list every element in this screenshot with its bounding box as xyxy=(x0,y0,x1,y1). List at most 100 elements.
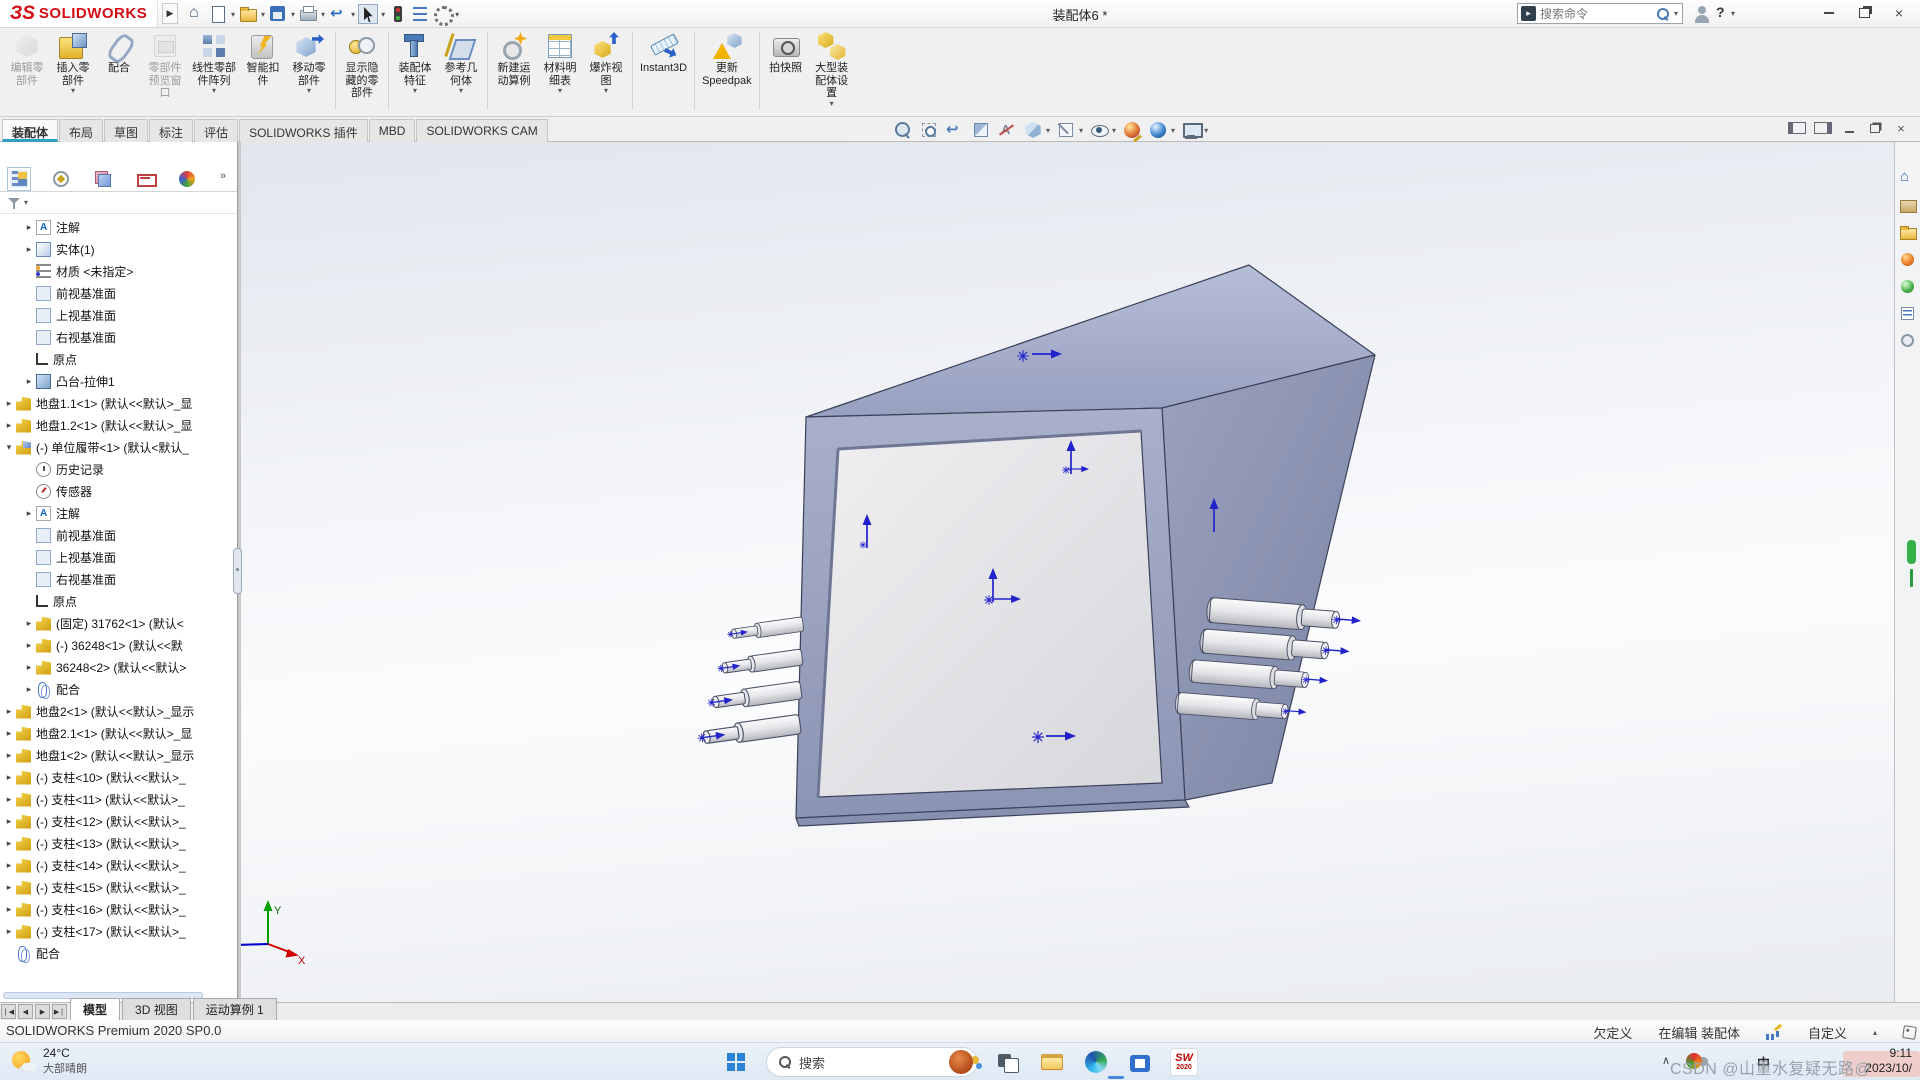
ribbon-button-update-speedpak[interactable]: 更新Speedpak xyxy=(698,30,756,87)
dropdown-caret-icon[interactable]: ▾ xyxy=(351,10,355,19)
expand-arrow-icon[interactable]: ▸ xyxy=(2,860,16,871)
dropdown-caret-icon[interactable]: ▾ xyxy=(381,10,385,19)
ribbon-button-exploded-view[interactable]: 爆炸视图▾ xyxy=(583,30,629,95)
help-button[interactable]: ? xyxy=(1716,4,1725,20)
expand-arrow-icon[interactable]: ▸ xyxy=(22,640,36,651)
undo-icon[interactable] xyxy=(328,4,348,24)
dropdown-caret-icon[interactable]: ▾ xyxy=(261,10,265,19)
expand-arrow-icon[interactable]: ▸ xyxy=(22,244,36,255)
doc-tab-模型[interactable]: 模型 xyxy=(70,998,120,1020)
feature-manager-tab[interactable] xyxy=(10,170,28,188)
tree-item[interactable]: ▸(-) 支柱<14> (默认<<默认>_ xyxy=(0,854,237,876)
tree-item[interactable]: 上视基准面 xyxy=(0,546,237,568)
open-icon[interactable] xyxy=(238,4,258,24)
expand-arrow-icon[interactable]: ▸ xyxy=(2,706,16,717)
tab-标注[interactable]: 标注 xyxy=(149,119,193,142)
tree-item[interactable]: ▸(-) 36248<1> (默认<<默 xyxy=(0,634,237,656)
expand-arrow-icon[interactable]: ▸ xyxy=(2,728,16,739)
tree-item[interactable]: ▸(固定) 31762<1> (默认< xyxy=(0,612,237,634)
expand-arrow-icon[interactable]: ▸ xyxy=(22,684,36,695)
ribbon-button-smart-fasteners[interactable]: 智能扣件 xyxy=(240,30,286,87)
tree-item[interactable]: ▸凸台-拉伸1 xyxy=(0,370,237,392)
doc-tab-运动算例 1[interactable]: 运动算例 1 xyxy=(193,998,277,1020)
dropdown-caret-icon[interactable]: ▾ xyxy=(1079,126,1083,135)
design-library-icon[interactable] xyxy=(1899,197,1916,214)
tree-item[interactable]: ▸地盘1<2> (默认<<默认>_显示 xyxy=(0,744,237,766)
traffic-light-icon[interactable] xyxy=(388,4,408,24)
login-user-icon[interactable] xyxy=(1693,5,1711,23)
expand-arrow-icon[interactable]: ▸ xyxy=(2,772,16,783)
tree-item[interactable]: 历史记录 xyxy=(0,458,237,480)
tab-评估[interactable]: 评估 xyxy=(194,119,238,142)
tree-item[interactable]: ▸36248<2> (默认<<默认> xyxy=(0,656,237,678)
tree-item[interactable]: ▸(-) 支柱<13> (默认<<默认>_ xyxy=(0,832,237,854)
tree-item[interactable]: 右视基准面 xyxy=(0,568,237,590)
ribbon-button-bom[interactable]: 材料明细表▾ xyxy=(537,30,583,95)
tree-item[interactable]: ▸配合 xyxy=(0,678,237,700)
expand-arrow-icon[interactable]: ▸ xyxy=(22,618,36,629)
performance-icon[interactable] xyxy=(1766,1026,1782,1040)
file-explorer-icon[interactable] xyxy=(1899,224,1916,241)
tree-item[interactable]: 配合 xyxy=(0,942,237,964)
search-icon[interactable] xyxy=(1657,8,1669,20)
tree-item[interactable]: 前视基准面 xyxy=(0,524,237,546)
dropdown-caret-icon[interactable]: ▾ xyxy=(1171,126,1175,135)
expand-arrow-icon[interactable]: ▸ xyxy=(2,794,16,805)
tree-item[interactable]: ▸地盘2.1<1> (默认<<默认>_显 xyxy=(0,722,237,744)
tree-item[interactable]: ▸(-) 支柱<11> (默认<<默认>_ xyxy=(0,788,237,810)
tree-item[interactable]: 右视基准面 xyxy=(0,326,237,348)
dropdown-caret-icon[interactable]: ▾ xyxy=(1112,126,1116,135)
dimxpert-manager-tab[interactable] xyxy=(136,170,154,188)
ribbon-button-instant3d[interactable]: Instant3D xyxy=(636,30,691,75)
minimize-button[interactable] xyxy=(1818,4,1840,22)
tab-草图[interactable]: 草图 xyxy=(104,119,148,142)
dropdown-caret-icon[interactable]: ▾ xyxy=(231,10,235,19)
edge-browser-icon[interactable] xyxy=(1082,1048,1110,1076)
ribbon-button-insert-component[interactable]: 插入零部件▾ xyxy=(50,30,96,95)
previous-view-icon[interactable] xyxy=(945,120,965,140)
panel-splitter-handle[interactable] xyxy=(233,548,242,594)
tab-SOLIDWORKS 插件[interactable]: SOLIDWORKS 插件 xyxy=(239,119,368,142)
task-view-button[interactable] xyxy=(994,1048,1022,1076)
configuration-manager-tab[interactable] xyxy=(94,170,112,188)
hide-show-items-icon[interactable] xyxy=(1089,120,1109,140)
expand-arrow-icon[interactable]: ▸ xyxy=(22,508,36,519)
next-tab-button[interactable]: ▶ xyxy=(35,1004,50,1019)
command-search-box[interactable]: ▸ 搜索命令 ▾ xyxy=(1517,3,1683,24)
home-icon[interactable] xyxy=(186,4,206,24)
zoom-area-icon[interactable] xyxy=(919,120,939,140)
tab-布局[interactable]: 布局 xyxy=(59,119,103,142)
ribbon-button-linear-pattern[interactable]: 线性零部件阵列▾ xyxy=(188,30,240,95)
tree-item[interactable]: ▸(-) 支柱<10> (默认<<默认>_ xyxy=(0,766,237,788)
last-tab-button[interactable]: ▶❘ xyxy=(52,1004,67,1019)
expand-arrow-icon[interactable]: ▸ xyxy=(22,662,36,673)
tree-item[interactable]: ▸地盘1.2<1> (默认<<默认>_显 xyxy=(0,414,237,436)
tree-item[interactable]: 前视基准面 xyxy=(0,282,237,304)
first-tab-button[interactable]: ❘◀ xyxy=(1,1004,16,1019)
tree-item[interactable]: ▸(-) 支柱<17> (默认<<默认>_ xyxy=(0,920,237,942)
tree-item[interactable]: ▸(-) 支柱<12> (默认<<默认>_ xyxy=(0,810,237,832)
filter-icon[interactable] xyxy=(8,197,20,209)
doc-close-icon[interactable]: × xyxy=(1892,120,1910,136)
tree-item[interactable]: ▸(-) 支柱<16> (默认<<默认>_ xyxy=(0,898,237,920)
display-style-icon[interactable] xyxy=(1056,120,1076,140)
pane-left-icon[interactable] xyxy=(1788,120,1806,136)
tree-item[interactable]: 原点 xyxy=(0,348,237,370)
solidworks-app-icon[interactable]: SW 2020 xyxy=(1170,1048,1198,1076)
resources-icon[interactable] xyxy=(1899,332,1916,349)
ribbon-button-mate[interactable]: 配合 xyxy=(96,30,142,75)
annotations-visibility-icon[interactable] xyxy=(997,120,1017,140)
expand-arrow-icon[interactable]: ▾ xyxy=(2,442,16,453)
reorder-icon[interactable] xyxy=(410,4,430,24)
ribbon-button-take-snapshot[interactable]: 拍快照 xyxy=(763,30,809,75)
select-icon[interactable] xyxy=(358,4,378,24)
restore-button[interactable] xyxy=(1853,4,1875,22)
ribbon-button-assembly-features[interactable]: 装配体特征▾ xyxy=(392,30,438,95)
prev-tab-button[interactable]: ◀ xyxy=(18,1004,33,1019)
ribbon-button-reference-geometry[interactable]: 参考几何体▾ xyxy=(438,30,484,95)
tag-icon[interactable] xyxy=(1902,1025,1917,1040)
tab-装配体[interactable]: 装配体 xyxy=(2,119,58,142)
display-manager-tab[interactable] xyxy=(178,170,196,188)
tree-item[interactable]: 上视基准面 xyxy=(0,304,237,326)
tree-item[interactable]: ▸(-) 支柱<15> (默认<<默认>_ xyxy=(0,876,237,898)
